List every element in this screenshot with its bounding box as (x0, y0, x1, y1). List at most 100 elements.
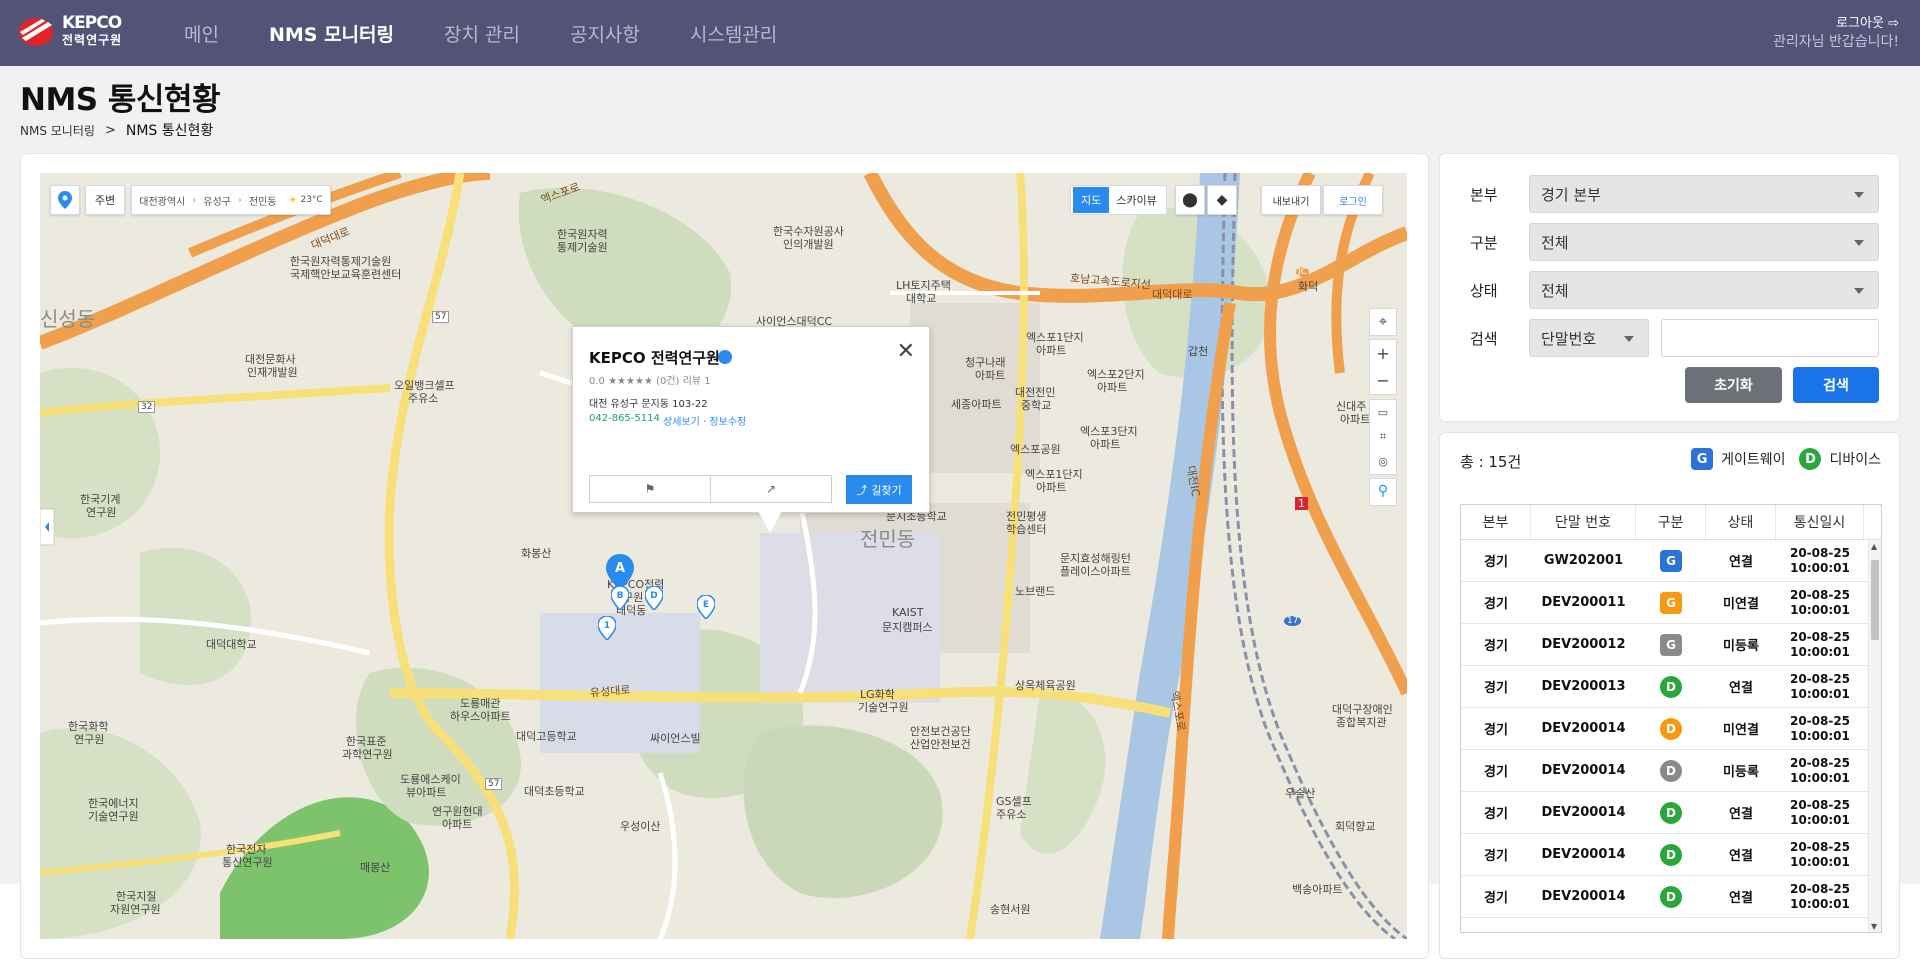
comm-date: 20-08-25 (1789, 713, 1851, 728)
map-layers-button[interactable]: ◆ (1207, 185, 1237, 215)
popup-phone[interactable]: 042-865-5114 (589, 413, 660, 424)
route-icon: ⤴ (856, 483, 868, 497)
map-mode-button[interactable]: 지도 (1073, 187, 1110, 213)
map-marker-button[interactable]: ⬤ (1175, 185, 1205, 215)
roadview-icon: ⚲ (1377, 483, 1389, 499)
map-roadview-button[interactable]: ⚲ (1369, 478, 1397, 506)
map-around-button[interactable]: 주변 (85, 185, 125, 215)
nav-nms-monitoring[interactable]: NMS 모니터링 (269, 20, 394, 47)
nav-main[interactable]: 메인 (184, 20, 219, 47)
popup-address: 대전 유성구 문지동 103-22 (589, 399, 708, 410)
status-select[interactable]: 전체 (1529, 271, 1879, 309)
skyview-mode-button[interactable]: 스카이뷰 (1109, 187, 1163, 213)
breadcrumb-item-nms-monitoring[interactable]: NMS 모니터링 (20, 122, 95, 139)
cell-terminal-id: DEV200014 (1541, 847, 1626, 862)
column-header-status[interactable]: 상태 (1706, 505, 1776, 539)
popup-tail (758, 511, 782, 533)
map-region-breadcrumb[interactable]: 대전광역시 › 유성구 › 전민동 ☀ 23°C (131, 185, 331, 215)
map-marker-1[interactable]: 1 (598, 616, 616, 640)
table-row[interactable]: 경기 DEV200014 D 연결 20-08-25 10:00:01 (1461, 792, 1881, 834)
popup-links[interactable]: 상세보기 · 정보수정 (663, 413, 746, 428)
zoom-out-icon[interactable]: − (1376, 371, 1389, 390)
cell-comm-time: 20-08-25 10:00:01 (1776, 834, 1864, 875)
popup-share-button[interactable]: ↗ (710, 475, 832, 503)
map-export-button[interactable]: 내보내기 (1261, 185, 1321, 215)
map-label: 갑천 (1188, 345, 1209, 358)
map-route-shield: 57 (485, 778, 503, 790)
table-row[interactable]: 경기 GW202001 G 연결 20-08-25 10:00:01 (1461, 540, 1881, 582)
scrollbar-thumb[interactable] (1871, 560, 1879, 640)
table-row[interactable]: 경기 DEV200014 D 미등록 20-08-25 10:00:01 (1461, 750, 1881, 792)
comm-date: 20-08-25 (1789, 797, 1851, 812)
map-login-button[interactable]: 로그인 (1323, 185, 1383, 215)
radius-icon[interactable]: ◎ (1378, 455, 1388, 468)
reset-button[interactable]: 초기화 (1685, 367, 1782, 403)
logout-link[interactable]: 로그아웃 ⇨ (1773, 15, 1899, 33)
column-header-type[interactable]: 구분 (1636, 505, 1706, 539)
popup-title[interactable]: KEPCO 전력연구원 (589, 347, 720, 368)
comm-date: 20-08-25 (1789, 881, 1851, 896)
map-label: 플레이스아파트 (1060, 565, 1131, 578)
map-current-location-button[interactable]: ⌖ (1369, 308, 1397, 336)
map-location-button[interactable] (50, 185, 80, 215)
popup-info-icon[interactable] (718, 350, 732, 364)
zoom-in-icon[interactable]: + (1376, 344, 1389, 363)
table-row[interactable]: 경기 DEV200014 D 연결 20-08-25 10:00:01 (1461, 876, 1881, 918)
table-row[interactable]: 경기 DEV200014 D 연결 20-08-25 10:00:01 (1461, 834, 1881, 876)
search-input[interactable] (1661, 319, 1879, 357)
nav-notice[interactable]: 공지사항 (570, 20, 640, 47)
map-tools: ▭ ⌗ ◎ (1369, 399, 1397, 475)
area-icon[interactable]: ⌗ (1380, 430, 1386, 444)
table-row[interactable]: 경기 DEV200014 D 미연결 20-08-25 10:00:01 (1461, 708, 1881, 750)
scroll-up-icon[interactable]: ▲ (1871, 542, 1877, 551)
cell-type: D (1636, 792, 1706, 833)
table-row[interactable]: 경기 DEV200012 G 미등록 20-08-25 10:00:01 (1461, 624, 1881, 666)
popup-route-button[interactable]: ⤴ 길찾기 (846, 475, 912, 504)
type-select[interactable]: 전체 (1529, 223, 1879, 261)
nav-system-management[interactable]: 시스템관리 (690, 20, 777, 47)
table-scrollbar[interactable]: ▲ ▼ (1868, 540, 1881, 932)
gateway-badge-icon: G (1660, 549, 1682, 572)
main-nav: 메인 NMS 모니터링 장치 관리 공지사항 시스템관리 (184, 0, 827, 66)
map-label: 아파트 (1340, 413, 1371, 426)
hq-select[interactable]: 경기 본부 (1529, 175, 1879, 213)
comm-time: 10:00:01 (1790, 770, 1850, 785)
cell-hq: 경기 (1484, 891, 1508, 906)
column-header-hq[interactable]: 본부 (1461, 505, 1531, 539)
zoom-controls: + − (1369, 339, 1397, 395)
search-button[interactable]: 검색 (1793, 367, 1879, 403)
cell-status (1706, 918, 1776, 932)
map-label: 기술연구원 (88, 810, 139, 823)
map-label: 국제핵안보교육훈련센터 (290, 268, 402, 281)
filter-row-type: 구분 (1470, 224, 1532, 260)
popup-bookmark-button[interactable]: ⚑ (589, 475, 711, 503)
table-row[interactable]: 경기 DEV200011 G 미연결 20-08-25 10:00:01 (1461, 582, 1881, 624)
gateway-legend-icon: G (1691, 448, 1714, 470)
legend: G 게이트웨이 D 디바이스 (1691, 448, 1881, 470)
cell-terminal-id: DEV200011 (1541, 595, 1626, 610)
search-type-select[interactable]: 단말번호 (1529, 319, 1649, 357)
marker-label: E (703, 600, 709, 610)
table-row[interactable]: 20-08-25 (1461, 918, 1881, 932)
popup-close-icon[interactable]: ✕ (897, 341, 915, 363)
cell-type: G (1636, 540, 1706, 581)
chevron-down-icon (1854, 192, 1864, 198)
map-label: 뷰아파트 (406, 786, 447, 799)
map-view[interactable]: 한국원자력통제기술원 국제핵안보교육훈련센터 한국원자력 통제기술원 한국수자원… (40, 173, 1407, 939)
column-header-comm-time[interactable]: 통신일시 (1776, 505, 1864, 539)
map-label: 주유소 (996, 808, 1027, 821)
ruler-icon[interactable]: ▭ (1378, 406, 1388, 419)
column-header-terminal-id[interactable]: 단말 번호 (1531, 505, 1636, 539)
logo-text-ko: 전력연구원 (62, 33, 123, 47)
map-route-shield: 1 (1295, 497, 1308, 510)
map-label: 세종아파트 (951, 398, 1002, 411)
map-label: 대덕대학교 (206, 638, 257, 651)
table-row[interactable]: 경기 DEV200013 D 연결 20-08-25 10:00:01 (1461, 666, 1881, 708)
kepco-logo[interactable]: KEPCO 전력연구원 (18, 12, 138, 52)
nav-device-management[interactable]: 장치 관리 (444, 20, 520, 47)
map-marker-e[interactable]: E (697, 595, 715, 619)
map-marker-a[interactable]: A (606, 554, 634, 590)
scroll-down-icon[interactable]: ▼ (1871, 922, 1877, 931)
map-marker-d[interactable]: D (645, 586, 663, 610)
map-marker-b[interactable]: B (611, 586, 629, 610)
